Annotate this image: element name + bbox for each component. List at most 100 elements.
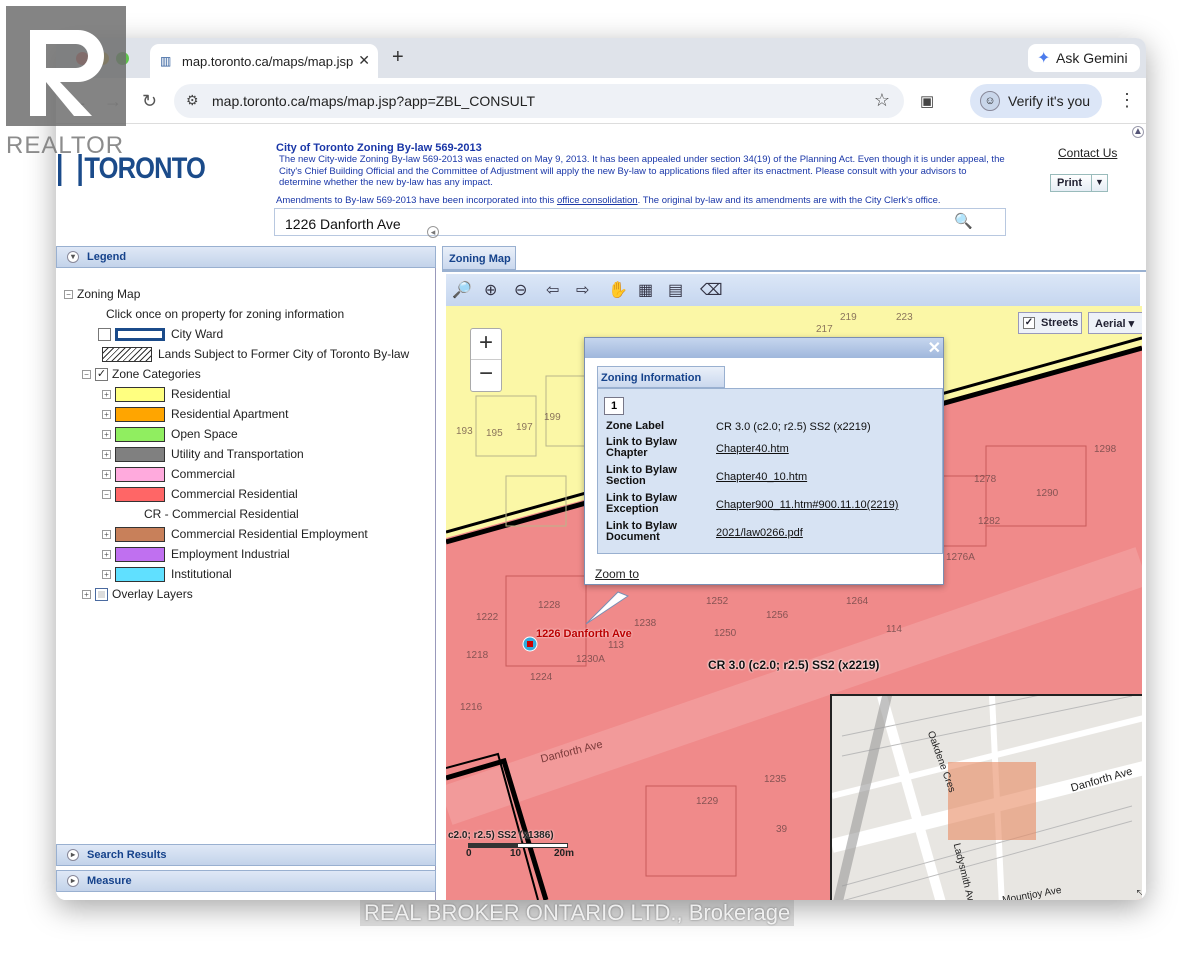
zone-label: Employment Industrial: [171, 547, 290, 561]
tab-title: map.toronto.ca/maps/map.jsp: [182, 54, 354, 69]
tree-zone-item[interactable]: + Commercial: [102, 464, 235, 484]
bookmark-star-icon[interactable]: ☆: [874, 90, 890, 111]
scale-bar: c2.0; r2.5) SS2 (x1386) 0 10 20m: [448, 830, 574, 860]
overlay-checkbox[interactable]: [95, 587, 108, 601]
map-canvas[interactable]: 217 219 223 193 195 197 199 1298 1290 1282 1276A 12…: [446, 306, 1142, 900]
lot-number: 113: [608, 640, 624, 651]
aerial-dropdown[interactable]: Aerial ▾: [1088, 312, 1142, 334]
eraser-icon[interactable]: ⌫: [700, 280, 723, 300]
tree-zone-categories[interactable]: − ✓ Zone Categories: [82, 364, 201, 384]
marker-label: 1226 Danforth Ave: [536, 628, 632, 640]
popup-link[interactable]: Chapter900_11.htm#900.11.10(2219): [716, 499, 898, 511]
lot-number: 1250: [714, 628, 737, 639]
contact-us-link[interactable]: Contact Us: [1058, 146, 1117, 160]
close-tab-icon[interactable]: ✕: [358, 52, 370, 69]
tree-zone-item[interactable]: + Utility and Transportation: [102, 444, 304, 464]
tree-zoning-map[interactable]: − Zoning Map: [64, 284, 140, 304]
resize-handle-icon[interactable]: ⤡: [1136, 887, 1142, 900]
popup-field-label: Link to Bylaw Chapter: [606, 436, 677, 459]
lot-number: 1216: [460, 702, 483, 713]
zoom-extent-icon[interactable]: 🔎: [452, 280, 472, 300]
zoom-out-tool-icon[interactable]: ⊖: [514, 280, 527, 300]
ask-gemini-button[interactable]: ✦ Ask Gemini: [1028, 44, 1140, 72]
tree-zone-item[interactable]: − Commercial Residential: [102, 484, 298, 504]
zone-categories-checkbox[interactable]: ✓: [95, 367, 108, 381]
office-consolidation-link[interactable]: office consolidation: [557, 195, 638, 206]
browser-toolbar: ← → ↻ ⚙ map.toronto.ca/maps/map.jsp?app=…: [56, 78, 1146, 124]
header-text: City of Toronto Zoning By-law 569-2013 T…: [276, 142, 1006, 206]
search-icon[interactable]: 🔍: [954, 212, 973, 230]
lot-number: 1276A: [946, 552, 975, 563]
expand-icon[interactable]: −: [102, 489, 111, 499]
zoom-to-link[interactable]: Zoom to: [595, 567, 639, 581]
chevron-down-icon[interactable]: ▼: [1091, 175, 1107, 191]
popup-link[interactable]: Chapter40_10.htm: [716, 471, 807, 483]
pan-hand-icon[interactable]: ✋: [608, 280, 628, 300]
search-results-header[interactable]: ▸ Search Results: [56, 844, 436, 866]
tree-zone-item[interactable]: + Residential Apartment: [102, 404, 288, 424]
next-extent-icon[interactable]: ⇨: [576, 280, 589, 300]
tree-zone-item[interactable]: + Open Space: [102, 424, 238, 444]
close-icon[interactable]: ✕: [928, 338, 941, 358]
tab-zoning-information[interactable]: Zoning Information: [597, 366, 725, 388]
map-toolbar: 🔎 ⊕ ⊖ ⇦ ⇨ ✋ ▦ ▤ ⌫: [446, 274, 1140, 306]
site-info-icon[interactable]: ⚙: [186, 92, 199, 109]
print-button[interactable]: Print ▼: [1050, 174, 1108, 192]
measure-area-icon[interactable]: ▦: [638, 280, 653, 300]
record-number-button[interactable]: 1: [604, 397, 624, 415]
verify-profile-button[interactable]: ☺ Verify it's you: [970, 84, 1102, 118]
expand-icon[interactable]: +: [102, 449, 111, 459]
tree-zone-item[interactable]: + Residential: [102, 384, 230, 404]
expand-icon[interactable]: +: [102, 529, 111, 539]
map-zoom-control: + −: [470, 328, 502, 392]
new-tab-button[interactable]: +: [392, 46, 404, 69]
browser-menu-icon[interactable]: ⋮: [1118, 90, 1136, 111]
lot-number: 114: [886, 624, 902, 635]
address-bar[interactable]: ⚙ map.toronto.ca/maps/map.jsp?app=ZBL_CO…: [174, 84, 904, 118]
zone-swatch: [115, 486, 165, 502]
partial-zone-label: c2.0; r2.5) SS2 (x1386): [448, 830, 554, 841]
zone-swatch: [115, 386, 165, 402]
browser-tab[interactable]: ▥ map.toronto.ca/maps/map.jsp ✕: [150, 44, 378, 78]
zone-label: Utility and Transportation: [171, 447, 304, 461]
popup-body: 1 Zone Label CR 3.0 (c2.0; r2.5) SS2 (x22…: [597, 388, 943, 554]
collapse-header-icon[interactable]: ▲: [1132, 126, 1144, 138]
streets-checkbox[interactable]: ✓: [1023, 317, 1035, 329]
address-search-input[interactable]: 1226 Danforth Ave 🔍: [274, 208, 1006, 236]
lot-number: 1230A: [576, 654, 605, 665]
expand-icon[interactable]: +: [102, 409, 111, 419]
expand-icon[interactable]: +: [102, 569, 111, 579]
expand-icon[interactable]: +: [102, 389, 111, 399]
zone-label: Institutional: [171, 567, 232, 581]
measure-header[interactable]: ▸ Measure: [56, 870, 436, 892]
zoom-in-button[interactable]: +: [471, 329, 501, 360]
expand-icon[interactable]: +: [102, 549, 111, 559]
tree-zone-item[interactable]: + Institutional: [102, 564, 232, 584]
tab-search-icon[interactable]: ▣: [920, 92, 934, 110]
zone-swatch: [115, 446, 165, 462]
tree-overlay-layers[interactable]: + Overlay Layers: [82, 584, 193, 604]
tree-city-ward[interactable]: City Ward: [98, 324, 223, 344]
verify-label: Verify it's you: [1008, 93, 1091, 109]
legend-header[interactable]: ▾ Legend: [56, 246, 436, 268]
expand-icon[interactable]: +: [102, 469, 111, 479]
zone-label: Commercial Residential: [171, 487, 298, 501]
popup-link[interactable]: 2021/law0266.pdf: [716, 527, 803, 539]
collapse-legend-icon[interactable]: ◂: [427, 226, 439, 238]
tree-zone-item[interactable]: + Employment Industrial: [102, 544, 290, 564]
zoom-out-button[interactable]: −: [471, 360, 501, 391]
expand-icon: ▸: [67, 849, 79, 861]
previous-extent-icon[interactable]: ⇦: [546, 280, 559, 300]
tree-zone-item[interactable]: + Commercial Residential Employment: [102, 524, 368, 544]
lot-number: 1264: [846, 596, 869, 607]
measure-distance-icon[interactable]: ▤: [668, 280, 683, 300]
overview-map[interactable]: Oakdene Cres Danforth Ave Ladysmith Ave …: [830, 694, 1142, 900]
tab-zoning-map[interactable]: Zoning Map: [442, 246, 516, 270]
reload-icon[interactable]: ↻: [142, 91, 157, 112]
realtor-watermark: REALTOR: [6, 132, 125, 159]
streets-toggle[interactable]: ✓ Streets: [1018, 312, 1082, 334]
expand-icon[interactable]: +: [102, 429, 111, 439]
city-ward-checkbox[interactable]: [98, 327, 111, 341]
zoom-in-tool-icon[interactable]: ⊕: [484, 280, 497, 300]
popup-link[interactable]: Chapter40.htm: [716, 443, 789, 455]
